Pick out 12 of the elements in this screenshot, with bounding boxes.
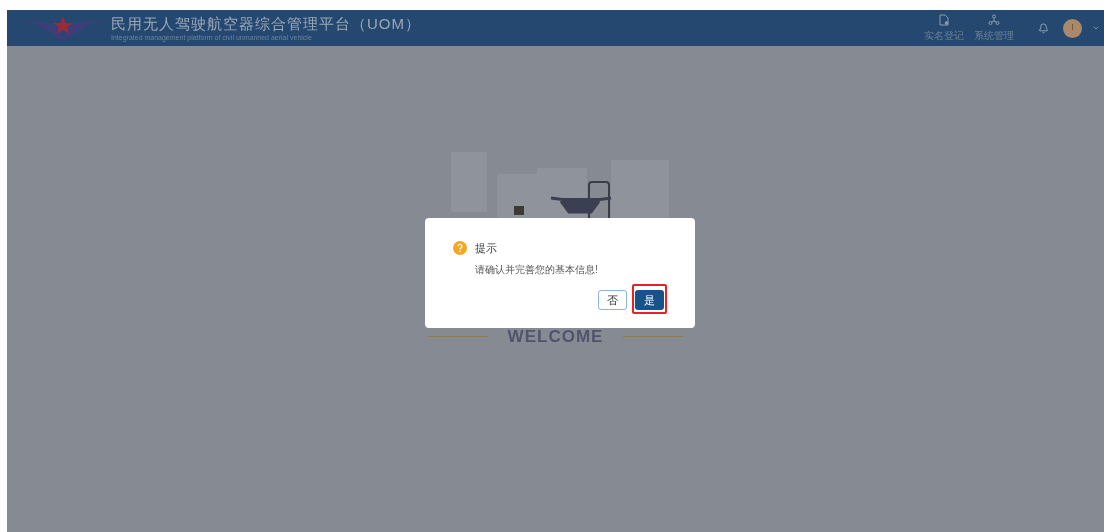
platform-title: 民用无人驾驶航空器综合管理平台（UOM） <box>111 15 421 31</box>
bell-icon[interactable] <box>1038 22 1049 34</box>
dialog-message: 请确认并完善您的基本信息! <box>475 262 599 277</box>
chevron-down-icon[interactable] <box>1092 24 1100 32</box>
dialog-button[interactable]: 否 <box>598 289 627 310</box>
question-icon <box>453 241 467 256</box>
dialog-title: 提示 <box>475 241 497 256</box>
nav-item[interactable]: 实名登记 <box>924 13 964 43</box>
nav-item[interactable]: 系统管理 <box>974 13 1014 43</box>
network-icon <box>988 13 1000 26</box>
document-icon <box>938 13 950 26</box>
dialog-button[interactable]: 是 <box>635 289 664 310</box>
